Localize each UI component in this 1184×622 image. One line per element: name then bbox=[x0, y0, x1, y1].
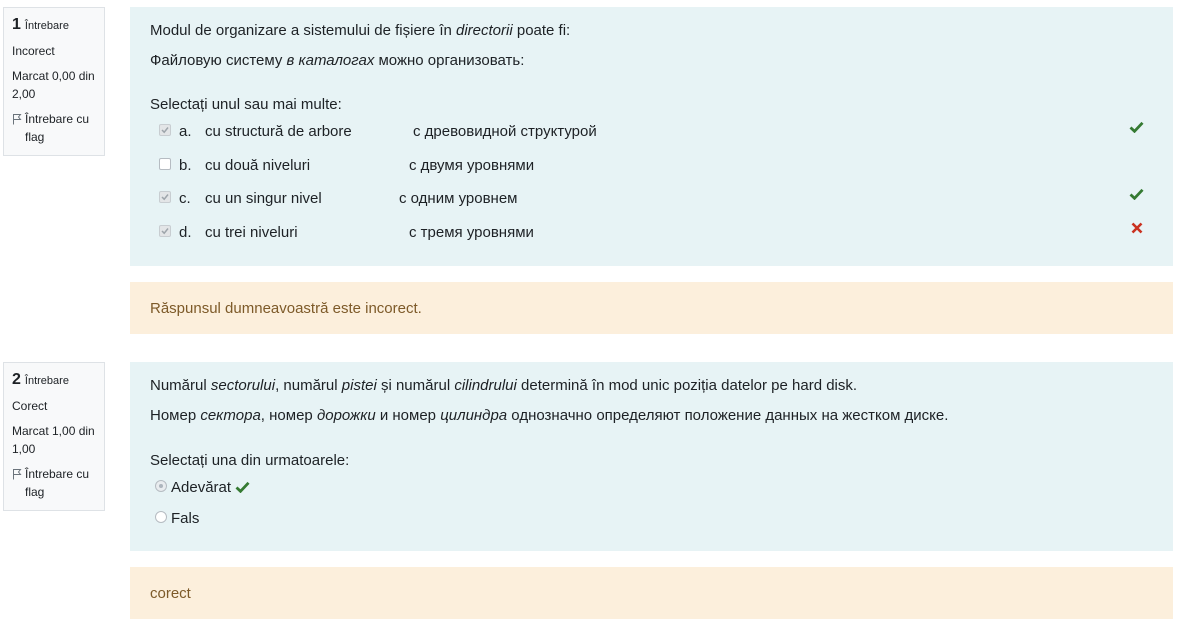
text-italic: directorii bbox=[456, 22, 513, 39]
text-segment: можно организовать: bbox=[374, 52, 525, 69]
text-segment: однозначно определяют положение данных н… bbox=[507, 407, 949, 424]
answer-false-radio[interactable] bbox=[155, 511, 167, 523]
text-segment: Номер bbox=[150, 407, 201, 424]
answer-b-text-ru: с двумя уровнями bbox=[409, 157, 535, 174]
question-formulation-1: Modul de organizare a sistemului de fiși… bbox=[130, 7, 1173, 266]
check-icon bbox=[1129, 121, 1144, 133]
question-number-line: 1 Întrebare bbox=[12, 16, 96, 35]
feedback-1: Răspunsul dumneavoastră este incorect. bbox=[130, 282, 1173, 334]
question-word: Întrebare bbox=[24, 20, 69, 32]
answer-d-checkbox[interactable] bbox=[159, 225, 171, 237]
question-state: Incorect bbox=[12, 44, 55, 58]
text-italic: в каталогах bbox=[286, 52, 375, 69]
answer-c-checkbox[interactable] bbox=[159, 191, 171, 203]
answer-a-letter: a. bbox=[179, 123, 192, 140]
checkbox-tick-icon bbox=[161, 228, 169, 235]
text-italic: sectorului bbox=[210, 377, 276, 394]
question-number-line: 2 Întrebare bbox=[12, 371, 96, 390]
question-number: 1 bbox=[12, 16, 21, 33]
question-info-1: 1 Întrebare Incorect Marcat 0,00 din 2,0… bbox=[3, 7, 105, 156]
flag-label: Întrebare cu flag bbox=[25, 112, 90, 144]
question-grade: Marcat 0,00 din 2,00 bbox=[12, 69, 95, 101]
question-formulation-2: Numărul sectorului, numărul pistei și nu… bbox=[130, 362, 1173, 551]
feedback-text: Răspunsul dumneavoastră este incorect. bbox=[150, 299, 422, 317]
text-segment: и номер bbox=[375, 407, 441, 424]
text-segment: , номер bbox=[260, 407, 317, 424]
flag-icon bbox=[13, 469, 22, 480]
question-info-2: 2 Întrebare Corect Marcat 1,00 din 1,00 … bbox=[3, 362, 105, 511]
text-segment: poate fi: bbox=[512, 22, 571, 39]
answer-false-label: Fals bbox=[171, 510, 200, 527]
answer-prompt: Selectați unul sau mai multe: bbox=[150, 96, 342, 113]
text-italic: cilindrului bbox=[454, 377, 517, 394]
question-text-ru: Номер сектора, номер дорожки и номер цил… bbox=[150, 407, 948, 424]
question-state: Corect bbox=[12, 399, 48, 413]
question-grade: Marcat 1,00 din 1,00 bbox=[12, 424, 95, 456]
question-text-ro: Numărul sectorului, numărul pistei și nu… bbox=[150, 377, 857, 394]
question-text-ro: Modul de organizare a sistemului de fiși… bbox=[150, 22, 570, 39]
answer-a-checkbox[interactable] bbox=[159, 124, 171, 136]
text-italic: pistei bbox=[341, 377, 377, 394]
flag-icon bbox=[13, 114, 22, 125]
text-segment: Numărul bbox=[150, 377, 211, 394]
answer-b-letter: b. bbox=[179, 157, 192, 174]
checkbox-tick-icon bbox=[161, 194, 169, 201]
text-segment: Файловую систему bbox=[150, 52, 287, 69]
answer-true-radio[interactable] bbox=[155, 480, 167, 492]
text-segment: , numărul bbox=[275, 377, 342, 394]
answer-d-text-ro: cu trei niveluri bbox=[205, 224, 298, 241]
text-segment: și numărul bbox=[376, 377, 455, 394]
answer-prompt: Selectați una din urmatoarele: bbox=[150, 452, 350, 469]
checkbox-tick-icon bbox=[161, 127, 169, 134]
text-segment: determină în mod unic poziția datelor pe… bbox=[516, 377, 858, 394]
text-segment: Modul de organizare a sistemului de fiși… bbox=[150, 22, 456, 39]
check-icon bbox=[235, 481, 250, 493]
flag-question-link[interactable]: Întrebare cu flag bbox=[12, 465, 96, 501]
answer-c-text-ru: с одним уровнем bbox=[399, 190, 518, 207]
answer-a-text-ru: с древовидной структурой bbox=[413, 123, 597, 140]
question-text-ru: Файловую систему в каталогах можно орган… bbox=[150, 52, 524, 69]
feedback-text: corect bbox=[150, 584, 191, 602]
cross-icon bbox=[1131, 222, 1143, 234]
text-italic: сектора bbox=[200, 407, 261, 424]
question-word: Întrebare bbox=[24, 375, 69, 387]
answer-d-text-ru: с тремя уровнями bbox=[409, 224, 534, 241]
answer-a-text-ro: cu structură de arbore bbox=[205, 123, 352, 140]
check-icon bbox=[1129, 188, 1144, 200]
answer-c-text-ro: cu un singur nivel bbox=[205, 190, 322, 207]
feedback-2: corect bbox=[130, 567, 1173, 619]
answer-c-letter: c. bbox=[179, 190, 191, 207]
answer-d-letter: d. bbox=[179, 224, 192, 241]
flag-label: Întrebare cu flag bbox=[25, 467, 90, 499]
answer-b-text-ro: cu două niveluri bbox=[205, 157, 311, 174]
answer-b-checkbox[interactable] bbox=[159, 158, 171, 170]
answer-true-label: Adevărat bbox=[171, 479, 232, 496]
text-italic: цилиндра bbox=[440, 407, 508, 424]
question-number: 2 bbox=[12, 371, 21, 388]
flag-question-link[interactable]: Întrebare cu flag bbox=[12, 110, 96, 146]
text-italic: дорожки bbox=[316, 407, 376, 424]
